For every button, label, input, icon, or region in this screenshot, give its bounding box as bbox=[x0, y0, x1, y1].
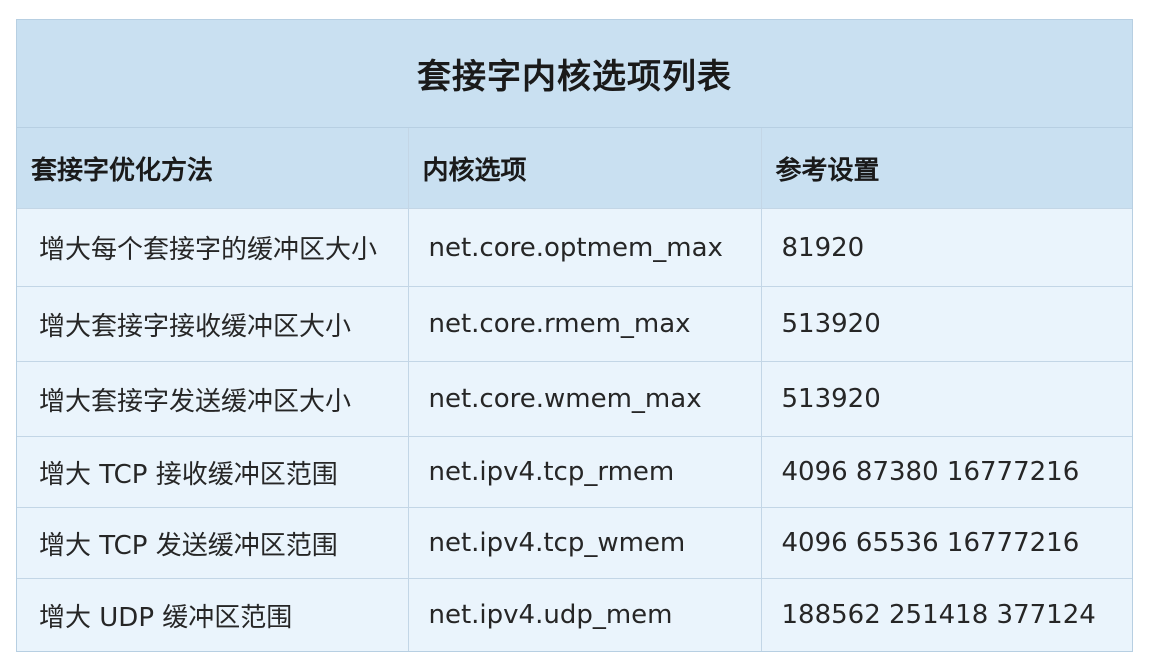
table-title: 套接字内核选项列表 bbox=[17, 20, 1132, 128]
option-cell: net.ipv4.tcp_rmem bbox=[408, 436, 762, 508]
header-value: 参考设置 bbox=[761, 128, 1132, 209]
option-cell: net.ipv4.udp_mem bbox=[408, 578, 762, 651]
value-cell: 81920 bbox=[761, 208, 1132, 287]
header-row: 套接字优化方法 内核选项 参考设置 bbox=[17, 128, 1132, 209]
option-cell: net.core.optmem_max bbox=[408, 208, 762, 287]
options-grid: 套接字优化方法 内核选项 参考设置 增大每个套接字的缓冲区大小 net.core… bbox=[17, 128, 1132, 651]
socket-kernel-options-table: 套接字内核选项列表 套接字优化方法 内核选项 参考设置 增大每个套接字的缓冲区大… bbox=[16, 19, 1133, 652]
option-cell: net.core.wmem_max bbox=[408, 361, 762, 437]
value-cell: 513920 bbox=[761, 361, 1132, 437]
table-row: 增大 UDP 缓冲区范围 net.ipv4.udp_mem 188562 251… bbox=[17, 578, 1132, 651]
method-cell: 增大 TCP 发送缓冲区范围 bbox=[17, 507, 409, 579]
option-cell: net.ipv4.tcp_wmem bbox=[408, 507, 762, 579]
table-row: 增大 TCP 发送缓冲区范围 net.ipv4.tcp_wmem 4096 65… bbox=[17, 507, 1132, 579]
value-cell: 513920 bbox=[761, 286, 1132, 362]
table-row: 增大套接字发送缓冲区大小 net.core.wmem_max 513920 bbox=[17, 361, 1132, 437]
table-row: 增大套接字接收缓冲区大小 net.core.rmem_max 513920 bbox=[17, 286, 1132, 362]
option-cell: net.core.rmem_max bbox=[408, 286, 762, 362]
method-cell: 增大套接字发送缓冲区大小 bbox=[17, 361, 409, 437]
value-cell: 4096 65536 16777216 bbox=[761, 507, 1132, 579]
table-row: 增大每个套接字的缓冲区大小 net.core.optmem_max 81920 bbox=[17, 208, 1132, 287]
header-option: 内核选项 bbox=[408, 128, 762, 209]
value-cell: 4096 87380 16777216 bbox=[761, 436, 1132, 508]
method-cell: 增大 TCP 接收缓冲区范围 bbox=[17, 436, 409, 508]
header-method: 套接字优化方法 bbox=[17, 128, 409, 209]
table-row: 增大 TCP 接收缓冲区范围 net.ipv4.tcp_rmem 4096 87… bbox=[17, 436, 1132, 508]
method-cell: 增大套接字接收缓冲区大小 bbox=[17, 286, 409, 362]
method-cell: 增大 UDP 缓冲区范围 bbox=[17, 578, 409, 651]
value-cell: 188562 251418 377124 bbox=[761, 578, 1132, 651]
method-cell: 增大每个套接字的缓冲区大小 bbox=[17, 208, 409, 287]
